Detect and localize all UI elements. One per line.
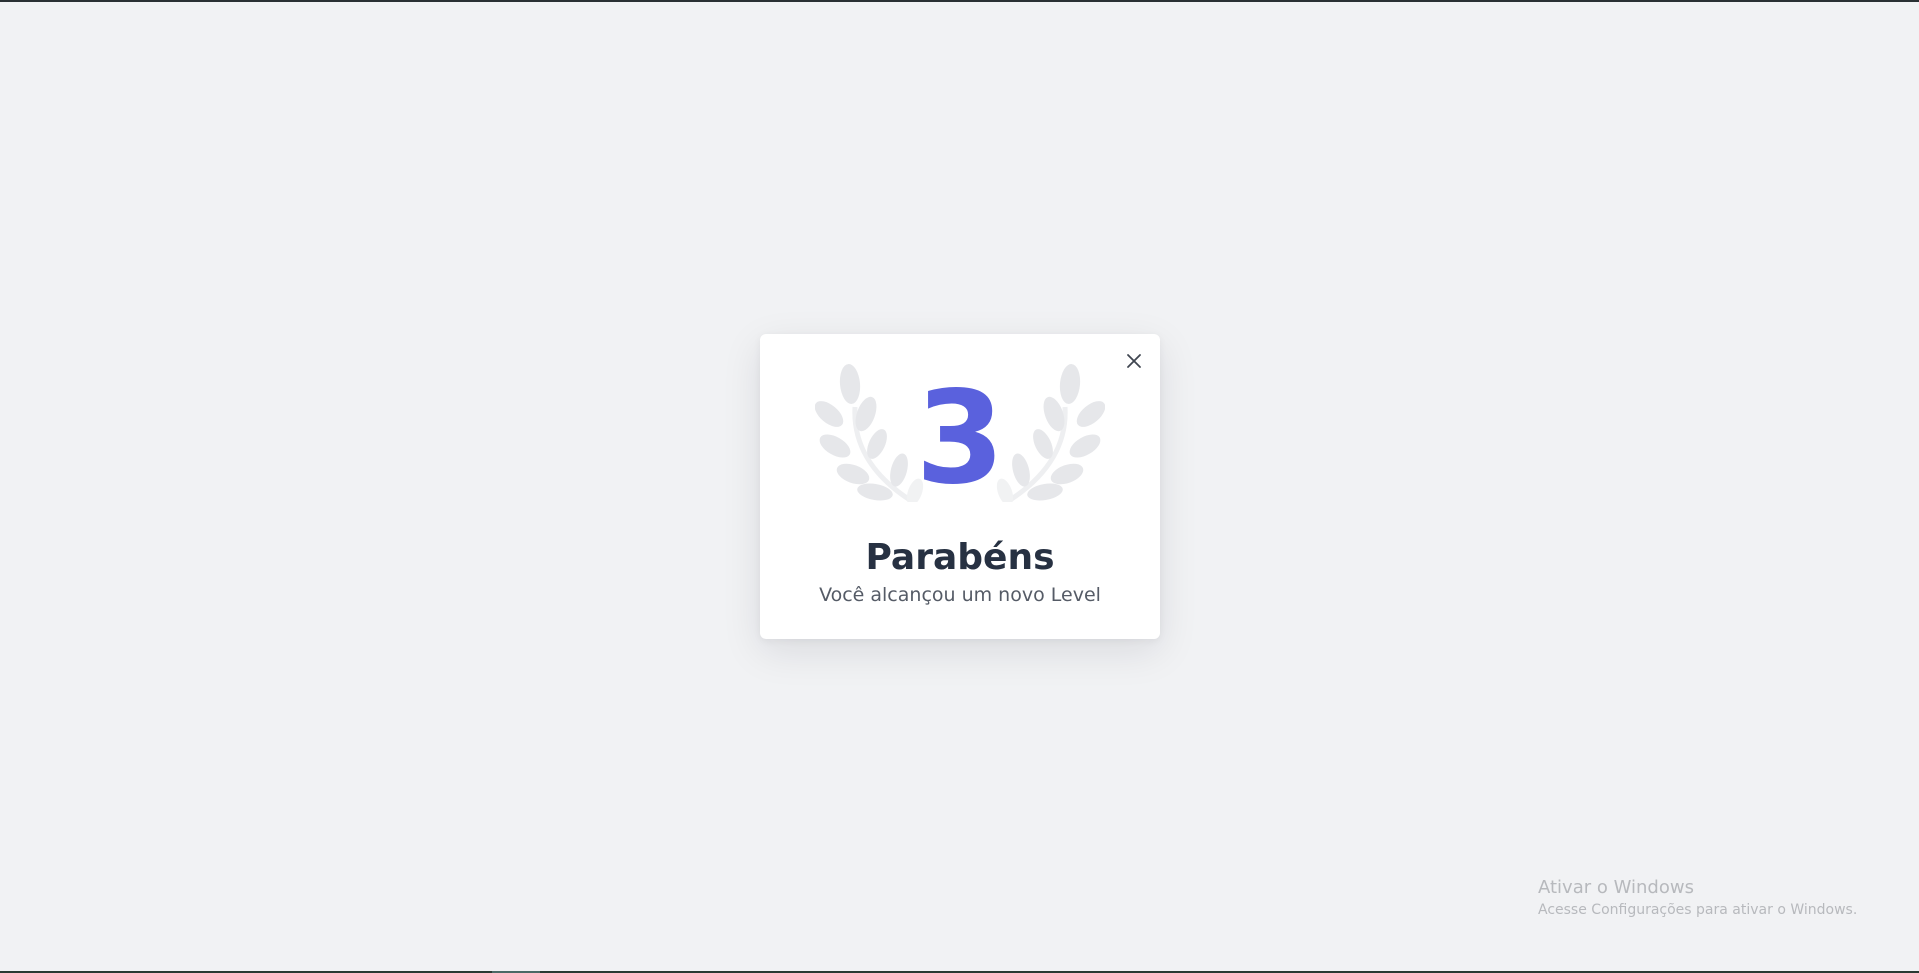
windows-activation-watermark: Ativar o Windows Acesse Configurações pa… xyxy=(1538,876,1857,920)
level-number: 3 xyxy=(915,364,1005,513)
close-icon xyxy=(1127,354,1141,368)
watermark-subtitle: Acesse Configurações para ativar o Windo… xyxy=(1538,902,1858,918)
level-up-modal: 3 Parabéns Você alcançou um novo Level xyxy=(760,334,1160,639)
modal-subtitle: Você alcançou um novo Level xyxy=(819,584,1101,606)
watermark-title: Ativar o Windows xyxy=(1538,877,1694,898)
modal-title: Parabéns xyxy=(865,537,1055,578)
close-button[interactable] xyxy=(1122,349,1146,373)
